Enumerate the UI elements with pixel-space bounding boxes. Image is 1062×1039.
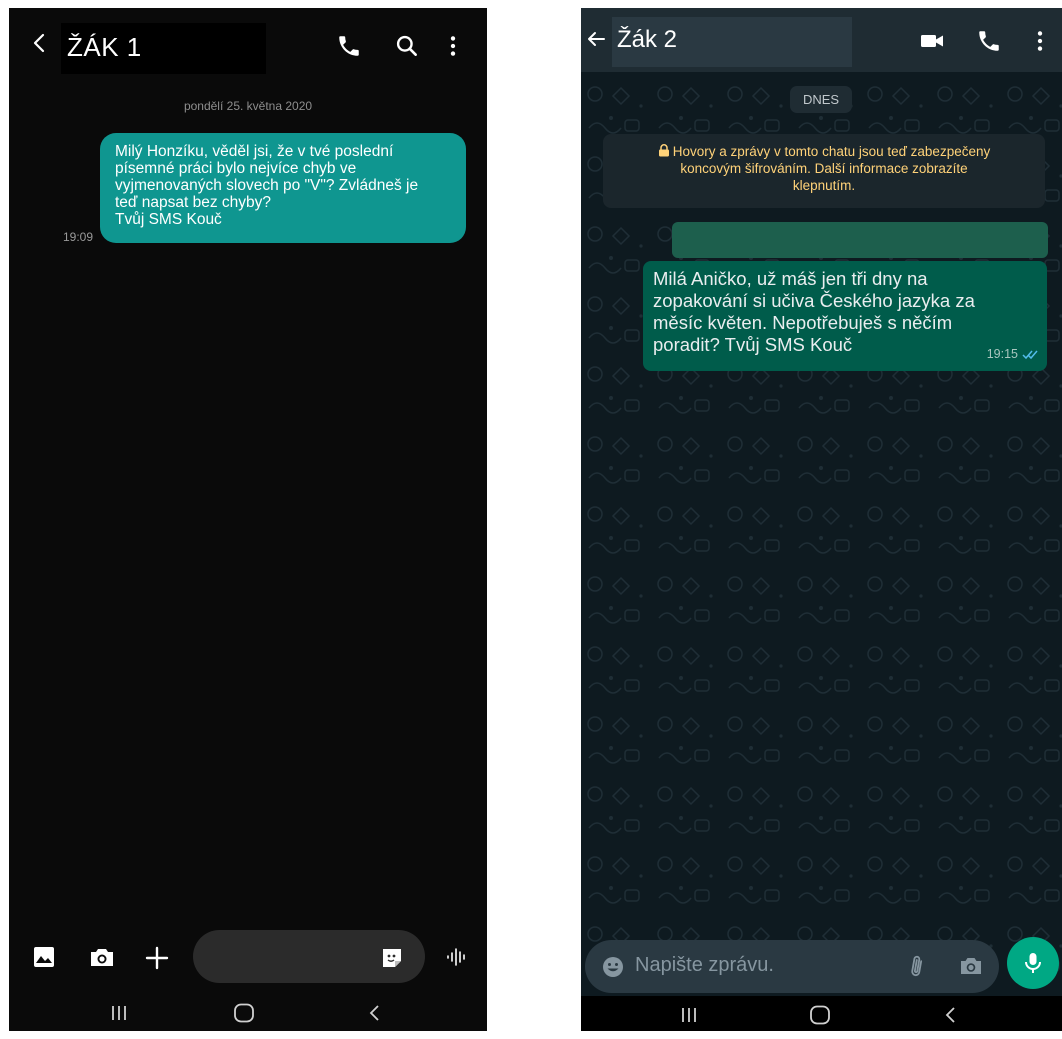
redacted-message-bubble[interactable] bbox=[672, 222, 1048, 258]
lock-icon bbox=[658, 144, 670, 157]
date-separator: pondělí 25. května 2020 bbox=[183, 99, 313, 113]
back-icon[interactable] bbox=[941, 1005, 961, 1025]
chevron-left-icon[interactable] bbox=[29, 32, 51, 54]
message-time: 19:09 bbox=[63, 230, 94, 244]
double-check-icon bbox=[1022, 349, 1039, 360]
message-bubble-outgoing[interactable]: Milý Honzíku, věděl jsi, že v tvé posled… bbox=[100, 133, 466, 243]
more-vertical-icon[interactable] bbox=[440, 33, 466, 59]
phone-icon[interactable] bbox=[336, 33, 362, 59]
recent-apps-icon[interactable] bbox=[109, 1003, 129, 1023]
system-navigation-bar bbox=[581, 996, 1062, 1031]
encryption-notice[interactable]: Hovory a zprávy v tomto chatu jsou teď z… bbox=[603, 134, 1045, 208]
whatsapp-screen: Žák 2 DNES Hovory a zprávy v tomto chatu… bbox=[581, 8, 1062, 1031]
message-line: poradit? Tvůj SMS Kouč bbox=[653, 334, 853, 355]
camera-icon[interactable] bbox=[89, 945, 115, 971]
more-vertical-icon[interactable] bbox=[1027, 28, 1053, 54]
message-line: Milý Honzíku, věděl jsi, že v tvé posled… bbox=[115, 143, 394, 160]
voice-wave-icon[interactable] bbox=[445, 945, 471, 971]
notice-line: koncovým šifrováním. Další informace zob… bbox=[680, 161, 968, 176]
message-line: Milá Aničko, už máš jen tři dny na bbox=[653, 268, 928, 289]
emoji-icon[interactable] bbox=[601, 955, 625, 979]
video-call-icon[interactable] bbox=[919, 28, 945, 54]
contact-name[interactable]: Žák 2 bbox=[617, 26, 677, 54]
message-time: 19:15 bbox=[986, 347, 1018, 361]
microphone-icon bbox=[1021, 950, 1045, 976]
home-icon[interactable] bbox=[233, 1003, 255, 1023]
home-icon[interactable] bbox=[809, 1005, 831, 1025]
sticker-icon[interactable] bbox=[381, 947, 403, 969]
phone-icon[interactable] bbox=[976, 28, 1002, 54]
conversation-header: ŽÁK 1 bbox=[9, 8, 487, 82]
date-pill: DNES bbox=[790, 86, 852, 113]
microphone-button[interactable] bbox=[1007, 937, 1059, 989]
image-icon[interactable] bbox=[32, 945, 58, 971]
search-icon[interactable] bbox=[394, 33, 420, 59]
plus-icon[interactable] bbox=[144, 945, 170, 971]
message-line: vyjmenovaných slovech po "V"? Zvládneš j… bbox=[115, 177, 419, 194]
back-icon[interactable] bbox=[365, 1003, 385, 1023]
contact-name[interactable]: ŽÁK 1 bbox=[67, 32, 142, 63]
camera-icon[interactable] bbox=[959, 955, 983, 979]
message-bubble-outgoing[interactable]: Milá Aničko, už máš jen tři dny na zopak… bbox=[643, 261, 1047, 371]
arrow-left-icon[interactable] bbox=[585, 28, 607, 50]
message-line: písemné práci bylo nejvíce chyb ve bbox=[115, 160, 357, 177]
message-line: zopakování si učiva Českého jazyka za bbox=[653, 290, 975, 311]
paperclip-icon[interactable] bbox=[905, 954, 931, 980]
system-navigation-bar bbox=[9, 993, 487, 1031]
message-meta: 19:15 bbox=[987, 343, 1039, 365]
message-line: teď napsat bez chyby? bbox=[115, 194, 272, 211]
notice-line: klepnutím. bbox=[792, 178, 856, 193]
samsung-messages-screen: ŽÁK 1 pondělí 25. května 2020 Milý Honzí… bbox=[9, 8, 487, 1031]
notice-line: Hovory a zprávy v tomto chatu jsou teď z… bbox=[613, 143, 1035, 160]
message-line: Tvůj SMS Kouč bbox=[115, 211, 222, 228]
message-input-placeholder[interactable]: Napište zprávu. bbox=[635, 954, 774, 977]
message-input-bar[interactable]: Napište zprávu. bbox=[585, 940, 999, 993]
notice-text: Hovory a zprávy v tomto chatu jsou teď z… bbox=[672, 144, 991, 159]
recent-apps-icon[interactable] bbox=[679, 1005, 699, 1025]
message-line: měsíc květen. Nepotřebuješ s něčím bbox=[653, 312, 953, 333]
conversation-header: Žák 2 bbox=[581, 8, 1062, 72]
